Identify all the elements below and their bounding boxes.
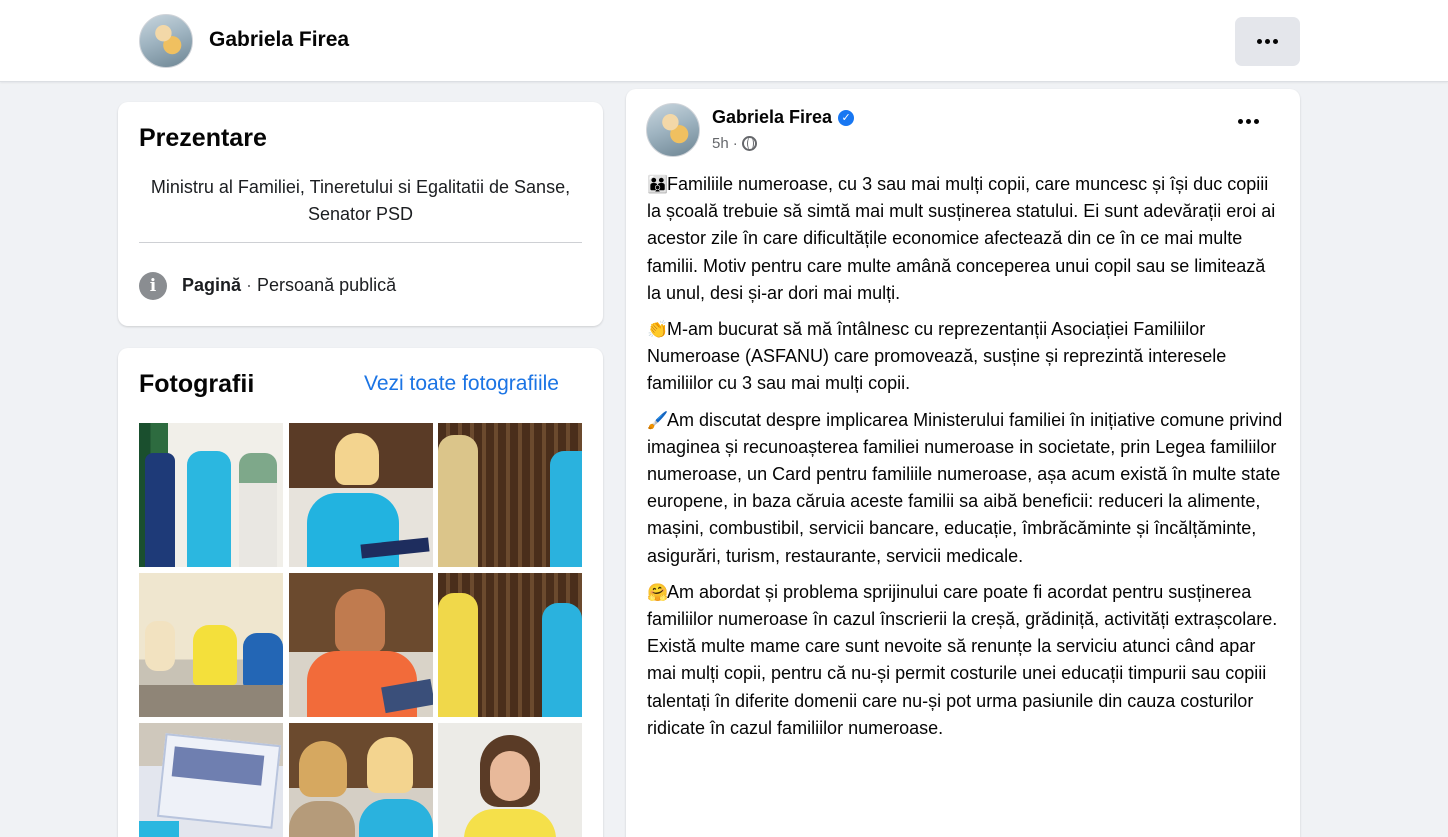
globe-icon	[741, 136, 757, 151]
photo-thumbnail[interactable]	[139, 573, 283, 717]
photo-thumbnail[interactable]	[288, 723, 433, 837]
intro-divider	[139, 242, 582, 243]
see-all-photos-link[interactable]: Vezi toate fotografiile	[364, 372, 559, 396]
post-author-name[interactable]: Gabriela Firea	[712, 107, 832, 128]
verified-badge-icon: ✓	[838, 109, 855, 126]
meta-separator: ·	[732, 135, 738, 152]
photos-card: Fotografii Vezi toate fotografiile	[118, 348, 603, 837]
page-name[interactable]: Gabriela Firea	[209, 28, 349, 52]
category-value: Persoană publică	[257, 275, 397, 295]
clapping-emoji-icon: 👏	[647, 320, 669, 340]
photo-thumbnail[interactable]	[438, 423, 582, 567]
profile-avatar[interactable]	[139, 14, 193, 68]
post-time[interactable]: 5h	[712, 135, 729, 152]
post-meta: 5h ·	[712, 135, 757, 152]
paragraph-text: M-am bucurat să mă întâlnesc cu reprezen…	[647, 319, 1227, 394]
more-horizontal-icon	[1238, 119, 1259, 124]
photo-thumbnail[interactable]	[288, 573, 433, 717]
page-header-bar: Gabriela Firea	[0, 0, 1448, 82]
paintbrush-emoji-icon: 🖌️	[647, 410, 669, 430]
post-paragraph: 🖌️Am discutat despre implicarea Minister…	[647, 407, 1283, 570]
more-options-button[interactable]	[1235, 17, 1300, 66]
photos-title: Fotografii	[139, 370, 255, 398]
paragraph-text: Am abordat și problema sprijinului care …	[647, 581, 1278, 738]
photo-thumbnail[interactable]	[438, 723, 582, 837]
post-options-button[interactable]	[1238, 119, 1259, 124]
photo-thumbnail[interactable]	[438, 573, 582, 717]
post-author[interactable]: Gabriela Firea ✓	[712, 107, 855, 128]
paragraph-text: Familiile numeroase, cu 3 sau mai mulți …	[647, 174, 1276, 303]
info-icon: i	[139, 272, 167, 300]
post-body: 👪Familiile numeroase, cu 3 sau mai mulți…	[647, 171, 1283, 751]
photo-thumbnail[interactable]	[288, 423, 433, 567]
category-label: Pagină	[182, 275, 242, 295]
post-card: Gabriela Firea ✓ 5h · 👪Familiile numeroa…	[626, 89, 1300, 837]
page-category: Pagină · Persoană publică	[182, 275, 396, 296]
photo-thumbnail[interactable]	[139, 423, 283, 567]
post-paragraph: 🤗Am abordat și problema sprijinului care…	[647, 579, 1283, 742]
intro-bio: Ministru al Familiei, Tineretului si Ega…	[150, 177, 571, 224]
post-author-avatar[interactable]	[646, 103, 700, 157]
photo-thumbnail[interactable]	[139, 723, 283, 837]
post-paragraph: 👏M-am bucurat să mă întâlnesc cu repreze…	[647, 316, 1283, 398]
category-separator: ·	[241, 275, 258, 295]
photos-grid	[139, 423, 582, 837]
intro-title: Prezentare	[139, 124, 267, 152]
hugging-emoji-icon: 🤗	[647, 582, 669, 602]
paragraph-text: Am discutat despre implicarea Ministerul…	[647, 409, 1283, 566]
family-emoji-icon: 👪	[647, 175, 669, 194]
more-horizontal-icon	[1257, 39, 1278, 44]
post-paragraph: 👪Familiile numeroase, cu 3 sau mai mulți…	[647, 171, 1283, 307]
intro-card: Prezentare Ministru al Familiei, Tineret…	[118, 102, 603, 326]
